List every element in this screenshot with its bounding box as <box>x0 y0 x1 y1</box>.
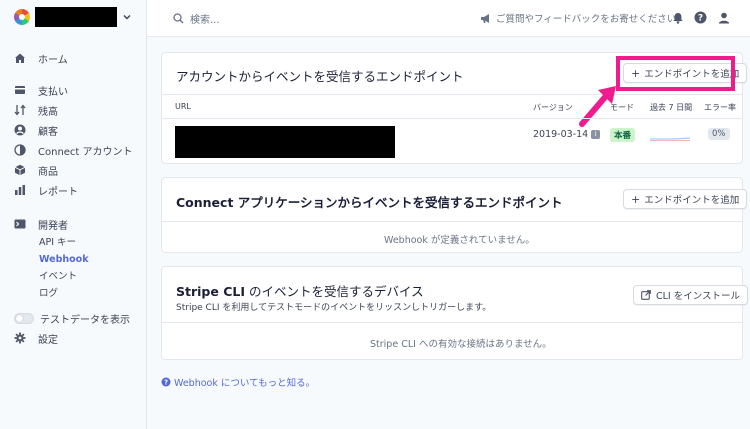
toggle-switch[interactable] <box>14 312 34 324</box>
install-cli-button[interactable]: CLI をインストール <box>633 285 749 305</box>
learn-more-label: Webhook についてもっと知る。 <box>174 378 316 389</box>
mode-badge: 本番 <box>610 128 636 142</box>
search-icon <box>173 13 184 24</box>
column-header-last7days: 過去 7 日間 <box>650 103 693 112</box>
column-header-url: URL <box>175 102 191 111</box>
divider <box>162 221 742 222</box>
account-name-redacted <box>35 7 117 27</box>
sidebar-item-label: 支払い <box>38 86 68 98</box>
chevron-down-icon <box>123 15 131 20</box>
help-circle-icon: ? <box>161 377 171 387</box>
test-data-toggle-label: テストデータを表示 <box>40 314 130 326</box>
balance-arrows-icon <box>14 104 26 116</box>
sidebar-item-label: 顧客 <box>38 126 58 138</box>
customer-icon <box>14 124 26 136</box>
megaphone-icon <box>481 13 489 23</box>
sidebar-item-label: 残高 <box>38 106 58 118</box>
sidebar-item-label: Connect アカウント <box>38 146 133 158</box>
user-icon[interactable] <box>717 11 730 24</box>
card-subtitle: Stripe CLI を利用してテストモードのイベントをリッスンしトリガーします… <box>176 303 492 313</box>
divider <box>162 322 742 323</box>
highlight-box <box>616 56 735 91</box>
feedback-link[interactable]: ご質問やフィードバックをお寄せください。 <box>480 11 686 25</box>
svg-text:?: ? <box>698 14 703 24</box>
sidebar: ホーム 支払い 残高 顧客 Connect アカウント 商品 レポート 開発者 … <box>0 0 147 429</box>
sidebar-item-label: レポート <box>38 186 78 198</box>
info-icon: i <box>591 130 601 139</box>
column-header-mode: モード <box>610 103 634 112</box>
sparkline-chart <box>650 137 690 141</box>
table-divider <box>162 118 742 119</box>
card-title: アカウントからイベントを受信するエンドポイント <box>176 69 464 84</box>
sidebar-item-home[interactable]: ホーム <box>14 50 68 66</box>
sidebar-subitem-api-keys[interactable]: API キー <box>39 236 76 250</box>
sidebar-item-label: 商品 <box>38 166 58 178</box>
sidebar-item-reports[interactable]: レポート <box>14 182 78 198</box>
column-header-error-rate: エラー率 <box>704 103 736 112</box>
home-icon <box>14 52 26 64</box>
endpoint-version-value: 2019-03-14 <box>533 129 589 140</box>
sidebar-subitem-events[interactable]: イベント <box>39 270 77 284</box>
plus-icon: + <box>631 192 641 206</box>
gear-icon <box>14 332 26 344</box>
test-data-toggle[interactable]: テストデータを表示 <box>14 310 130 326</box>
connect-icon <box>14 144 26 156</box>
sidebar-item-products[interactable]: 商品 <box>14 162 58 178</box>
feedback-label: ご質問やフィードバックをお寄せください。 <box>496 14 686 25</box>
sidebar-item-payments[interactable]: 支払い <box>14 82 68 98</box>
card-title-bold: Stripe CLI <box>176 284 245 299</box>
search-input[interactable]: 検索... <box>173 11 220 26</box>
connect-empty-message: Webhook が定義されていません。 <box>384 235 535 246</box>
add-connect-endpoint-button[interactable]: + エンドポイントを追加 <box>623 189 748 209</box>
sidebar-item-settings[interactable]: 設定 <box>14 330 58 346</box>
payments-icon <box>14 84 26 96</box>
card-title: Stripe CLI のイベントを受信するデバイス <box>176 281 424 300</box>
svg-text:?: ? <box>164 379 168 387</box>
sidebar-item-label: ホーム <box>38 54 68 66</box>
card-title: Connect アプリケーションからイベントを受信するエンドポイント <box>176 195 563 210</box>
card-title-rest: のイベントを受信するデバイス <box>245 284 424 299</box>
divider <box>162 94 742 95</box>
terminal-icon <box>14 218 26 230</box>
sidebar-subitem-logs[interactable]: ログ <box>39 287 58 301</box>
search-placeholder: 検索... <box>190 15 220 26</box>
column-header-version: バージョン <box>533 103 573 112</box>
error-rate-badge: 0% <box>708 128 730 140</box>
install-cli-label: CLI をインストール <box>656 291 741 302</box>
help-icon[interactable]: ? <box>694 11 707 24</box>
sidebar-item-customers[interactable]: 顧客 <box>14 122 58 138</box>
learn-more-link[interactable]: ? Webhook についてもっと知る。 <box>161 375 315 389</box>
cli-empty-message: Stripe CLI への有効な接続はありません。 <box>370 339 552 350</box>
chart-bars-icon <box>14 184 26 196</box>
endpoint-url-redacted[interactable] <box>175 126 395 158</box>
box-icon <box>14 164 26 176</box>
account-logo <box>14 9 30 25</box>
endpoint-version: 2019-03-14 i <box>533 129 601 140</box>
sidebar-subitem-webhooks[interactable]: Webhook <box>39 253 89 267</box>
sidebar-item-connect[interactable]: Connect アカウント <box>14 142 133 158</box>
bell-icon[interactable] <box>671 11 684 24</box>
external-link-icon <box>641 290 651 300</box>
sidebar-item-developers[interactable]: 開発者 <box>14 216 68 232</box>
sidebar-item-label: 開発者 <box>38 220 68 232</box>
sidebar-item-balances[interactable]: 残高 <box>14 102 58 118</box>
account-switcher[interactable] <box>14 7 132 27</box>
top-bar: 検索... ご質問やフィードバックをお寄せください。 ? <box>147 0 750 37</box>
sidebar-item-label: 設定 <box>38 334 58 346</box>
add-endpoint-label: エンドポイントを追加 <box>644 195 740 206</box>
